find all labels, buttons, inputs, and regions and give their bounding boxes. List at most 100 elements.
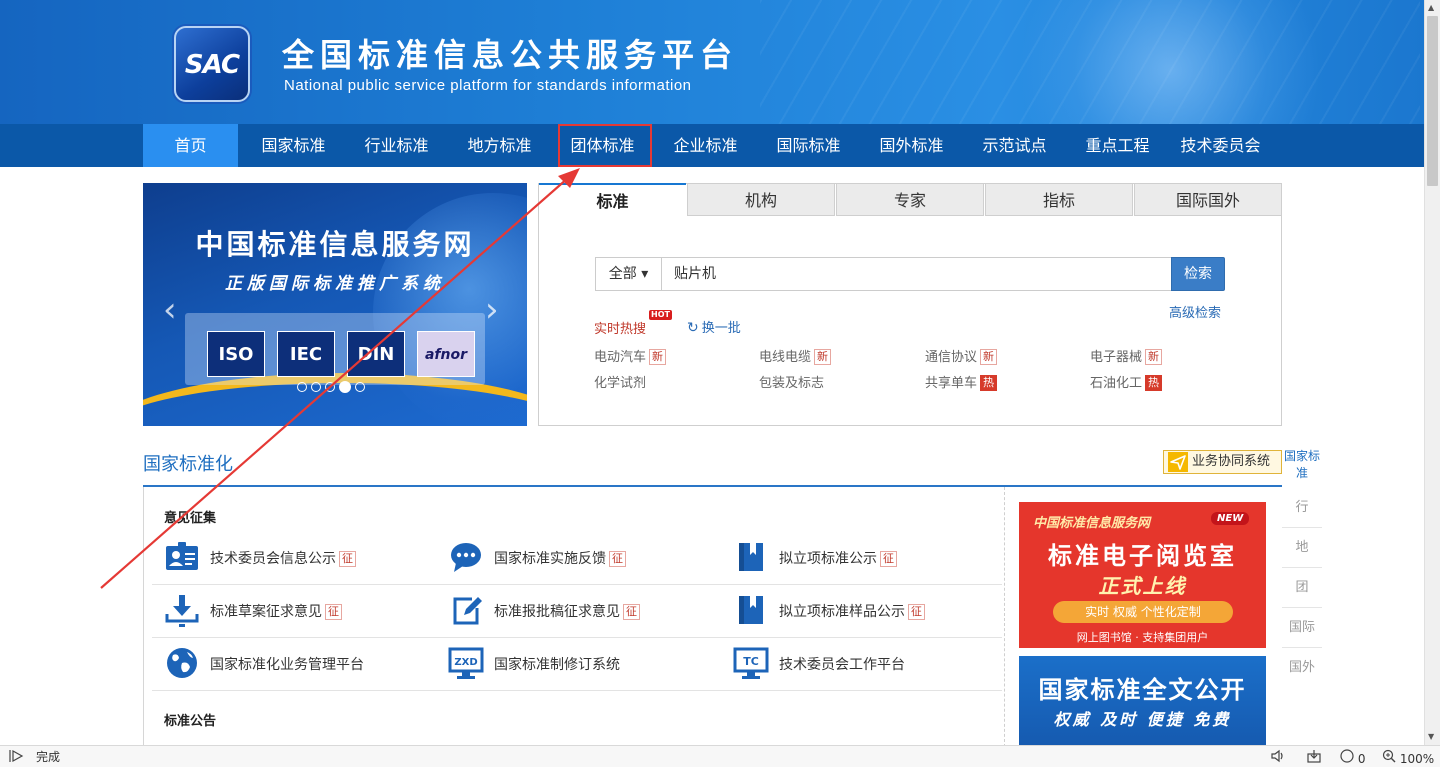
afnor-logo: afnor [417, 331, 475, 377]
list-item[interactable]: 国家标准化业务管理平台 [164, 645, 434, 681]
hot-item[interactable]: 通信协议新 [925, 346, 998, 365]
side-nav-international[interactable]: 国际 [1282, 608, 1322, 648]
reading-room-ad[interactable]: 中国标准信息服务网 NEW 标准电子阅览室 正式上线 实时 权威 个性化定制 网… [1019, 502, 1266, 648]
banner-dot[interactable] [311, 382, 321, 392]
nav-industry-standards[interactable]: 行业标准 [349, 124, 444, 167]
list-item[interactable]: 国家标准实施反馈征 [448, 539, 718, 575]
zoom-icon [1382, 749, 1396, 763]
tab-standards[interactable]: 标准 [539, 183, 686, 216]
side-nav-national[interactable]: 国家标准 [1282, 448, 1322, 486]
nav-foreign-standards[interactable]: 国外标准 [864, 124, 959, 167]
promo-banner[interactable]: 中国标准信息服务网 正版国际标准推广系统 ISO IEC DIN afnor ‹… [143, 183, 527, 426]
list-item-label: 拟立项标准样品公示 [779, 604, 905, 620]
ad-slogan: 正式上线 [1098, 574, 1187, 598]
book-icon [739, 543, 763, 571]
search-button[interactable]: 检索 [1171, 257, 1225, 291]
hot-item-text: 通信协议 [925, 350, 978, 365]
list-item[interactable]: TC 技术委员会工作平台 [733, 645, 1003, 681]
scroll-thumb[interactable] [1427, 16, 1438, 186]
hot-item-text: 化学试剂 [594, 376, 647, 391]
group-title-announcement: 标准公告 [164, 714, 217, 729]
download-monitor-icon [165, 595, 199, 627]
banner-dot-active[interactable] [339, 381, 351, 393]
list-item[interactable]: 标准草案征求意见征 [164, 592, 434, 628]
nav-international-standards[interactable]: 国际标准 [761, 124, 856, 167]
id-card-icon [166, 542, 198, 570]
list-item-label: 国家标准化业务管理平台 [210, 657, 364, 673]
nav-national-standards[interactable]: 国家标准 [246, 124, 341, 167]
nav-home[interactable]: 首页 [143, 124, 238, 167]
tab-indicators[interactable]: 指标 [985, 183, 1133, 216]
list-item[interactable]: 技术委员会信息公示征 [164, 539, 434, 575]
banner-dot[interactable] [355, 382, 365, 392]
scroll-up-arrow-icon[interactable]: ▲ [1428, 3, 1434, 12]
search-input[interactable]: 贴片机 [661, 257, 1173, 291]
refresh-hot-link[interactable]: ↻ 换一批 [687, 317, 741, 336]
refresh-icon: ↻ [687, 320, 699, 336]
zoom-control[interactable]: 100% [1382, 749, 1434, 767]
hot-item-text: 电线电缆 [759, 350, 812, 365]
hot-item[interactable]: 石油化工热 [1090, 372, 1163, 391]
solicit-tag: 征 [325, 604, 342, 620]
list-item-label: 技术委员会信息公示 [210, 551, 336, 567]
counter-badge[interactable]: 0 [1340, 749, 1365, 767]
zoom-level: 100% [1399, 752, 1435, 766]
tab-international[interactable]: 国际国外 [1134, 183, 1282, 216]
banner-prev-arrow-icon[interactable]: ‹ [163, 293, 177, 327]
tab-institutions[interactable]: 机构 [687, 183, 835, 216]
collab-system-button[interactable]: 业务协同系统 [1163, 450, 1282, 474]
chat-bubble-icon [451, 543, 481, 572]
ad-footer: 网上图书馆 · 支持集团用户 [1076, 631, 1209, 644]
list-item[interactable]: ZXD 国家标准制修订系统 [448, 645, 718, 681]
sac-logo[interactable]: SAC [174, 26, 250, 102]
side-nav-foreign[interactable]: 国外 [1282, 648, 1322, 688]
tab-experts[interactable]: 专家 [836, 183, 984, 216]
banner-dot[interactable] [297, 382, 307, 392]
site-subtitle: National public service platform for sta… [284, 77, 692, 94]
advanced-search-link[interactable]: 高级检索 [1169, 302, 1221, 321]
annotation-highlight-box [558, 124, 652, 167]
side-nav-industry[interactable]: 行 [1282, 488, 1322, 528]
hot-tag: 热 [1145, 375, 1163, 391]
iec-logo: IEC [277, 331, 335, 377]
hot-item[interactable]: 电子器械新 [1090, 346, 1163, 365]
full-text-ad[interactable]: 国家标准全文公开 权威 及时 便捷 免费 [1019, 656, 1266, 745]
nav-key-projects[interactable]: 重点工程 [1070, 124, 1165, 167]
hot-item[interactable]: 共享单车热 [925, 372, 998, 391]
new-tag: 新 [649, 349, 667, 365]
group-title-opinion: 意见征集 [164, 511, 217, 526]
search-scope-select[interactable]: 全部 ▾ [595, 257, 661, 291]
nav-local-standards[interactable]: 地方标准 [452, 124, 547, 167]
hot-item[interactable]: 包装及标志 [759, 372, 824, 391]
list-item[interactable]: 标准报批稿征求意见征 [448, 592, 718, 628]
din-logo: DIN [347, 331, 405, 377]
hot-item[interactable]: 电动汽车新 [594, 346, 667, 365]
vertical-scrollbar[interactable]: ▲ ▼ [1424, 0, 1440, 745]
browser-page: SAC 全国标准信息公共服务平台 National public service… [0, 0, 1424, 745]
list-item-label: 国家标准制修订系统 [494, 657, 620, 673]
globe-icon [167, 648, 197, 678]
list-item[interactable]: 拟立项标准样品公示征 [733, 592, 1003, 628]
nav-technical-committee[interactable]: 技术委员会 [1168, 124, 1273, 167]
list-item[interactable]: 拟立项标准公示征 [733, 539, 1003, 575]
solicit-tag: 征 [339, 551, 356, 567]
side-nav-local[interactable]: 地 [1282, 528, 1322, 568]
banner-next-arrow-icon[interactable]: › [485, 293, 499, 327]
play-icon[interactable] [8, 749, 24, 767]
banner-dot[interactable] [325, 382, 335, 392]
iso-logo: ISO [207, 331, 265, 377]
scroll-down-arrow-icon[interactable]: ▼ [1428, 732, 1434, 741]
ad-title: 国家标准全文公开 [1038, 676, 1247, 704]
collab-label: 业务协同系统 [1192, 454, 1271, 469]
nav-pilot[interactable]: 示范试点 [967, 124, 1062, 167]
new-tag: 新 [814, 349, 832, 365]
hot-item[interactable]: 化学试剂 [594, 372, 646, 391]
hot-item-text: 共享单车 [925, 376, 978, 391]
edit-icon [453, 597, 482, 625]
download-box-icon[interactable] [1306, 749, 1322, 767]
side-nav-group[interactable]: 团 [1282, 568, 1322, 608]
hot-item[interactable]: 电线电缆新 [759, 346, 832, 365]
nav-enterprise-standards[interactable]: 企业标准 [658, 124, 753, 167]
speaker-icon[interactable] [1270, 749, 1286, 767]
list-item-label: 标准报批稿征求意见 [494, 604, 620, 620]
